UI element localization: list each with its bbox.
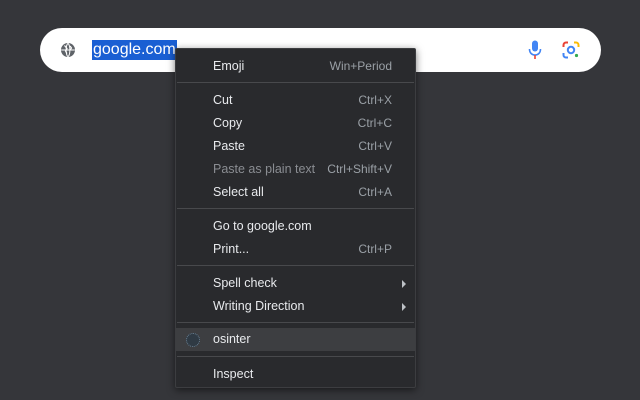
menu-item-label: Paste (213, 139, 245, 153)
menu-item-shortcut: Ctrl+A (358, 185, 392, 199)
menu-item-cut[interactable]: Cut Ctrl+X (176, 89, 415, 112)
google-lens-icon[interactable] (562, 41, 580, 59)
context-menu: Emoji Win+Period Cut Ctrl+X Copy Ctrl+C … (175, 48, 416, 388)
menu-item-paste[interactable]: Paste Ctrl+V (176, 135, 415, 158)
menu-item-select-all[interactable]: Select all Ctrl+A (176, 181, 415, 204)
menu-item-label: Copy (213, 116, 243, 130)
menu-item-label: Print... (213, 242, 250, 256)
menu-item-shortcut: Ctrl+V (358, 139, 392, 153)
menu-item-label: Go to google.com (213, 219, 312, 233)
menu-item-shortcut: Ctrl+Shift+V (327, 162, 392, 176)
menu-item-copy[interactable]: Copy Ctrl+C (176, 112, 415, 135)
osinter-extension-icon (186, 333, 200, 347)
menu-item-shortcut: Ctrl+C (357, 116, 392, 130)
menu-item-emoji[interactable]: Emoji Win+Period (176, 55, 415, 78)
menu-separator (177, 322, 414, 323)
menu-item-label: Writing Direction (213, 299, 305, 313)
menu-item-inspect[interactable]: Inspect (176, 363, 415, 386)
submenu-arrow-icon (402, 303, 406, 311)
menu-item-label: Spell check (213, 276, 277, 290)
menu-separator (177, 82, 414, 83)
menu-item-spell-check[interactable]: Spell check (176, 272, 415, 295)
omnibox-url-text[interactable]: google.com (92, 40, 177, 60)
menu-separator (177, 265, 414, 266)
menu-item-label: Emoji (213, 59, 245, 73)
menu-item-label: Paste as plain text (213, 162, 316, 176)
menu-item-writing-direction[interactable]: Writing Direction (176, 295, 415, 318)
globe-icon[interactable] (60, 42, 76, 58)
menu-item-label: osinter (213, 332, 251, 346)
submenu-arrow-icon (402, 280, 406, 288)
menu-separator (177, 356, 414, 357)
menu-item-paste-plain-text: Paste as plain text Ctrl+Shift+V (176, 158, 415, 181)
menu-item-shortcut: Win+Period (329, 59, 392, 73)
menu-item-shortcut: Ctrl+X (358, 93, 392, 107)
menu-item-shortcut: Ctrl+P (358, 242, 392, 256)
menu-item-print[interactable]: Print... Ctrl+P (176, 238, 415, 261)
menu-item-label: Cut (213, 93, 233, 107)
menu-item-osinter[interactable]: osinter (176, 328, 415, 351)
menu-item-label: Select all (213, 185, 264, 199)
microphone-icon[interactable] (528, 40, 542, 60)
menu-item-label: Inspect (213, 367, 254, 381)
menu-separator (177, 208, 414, 209)
menu-item-go-to[interactable]: Go to google.com (176, 215, 415, 238)
